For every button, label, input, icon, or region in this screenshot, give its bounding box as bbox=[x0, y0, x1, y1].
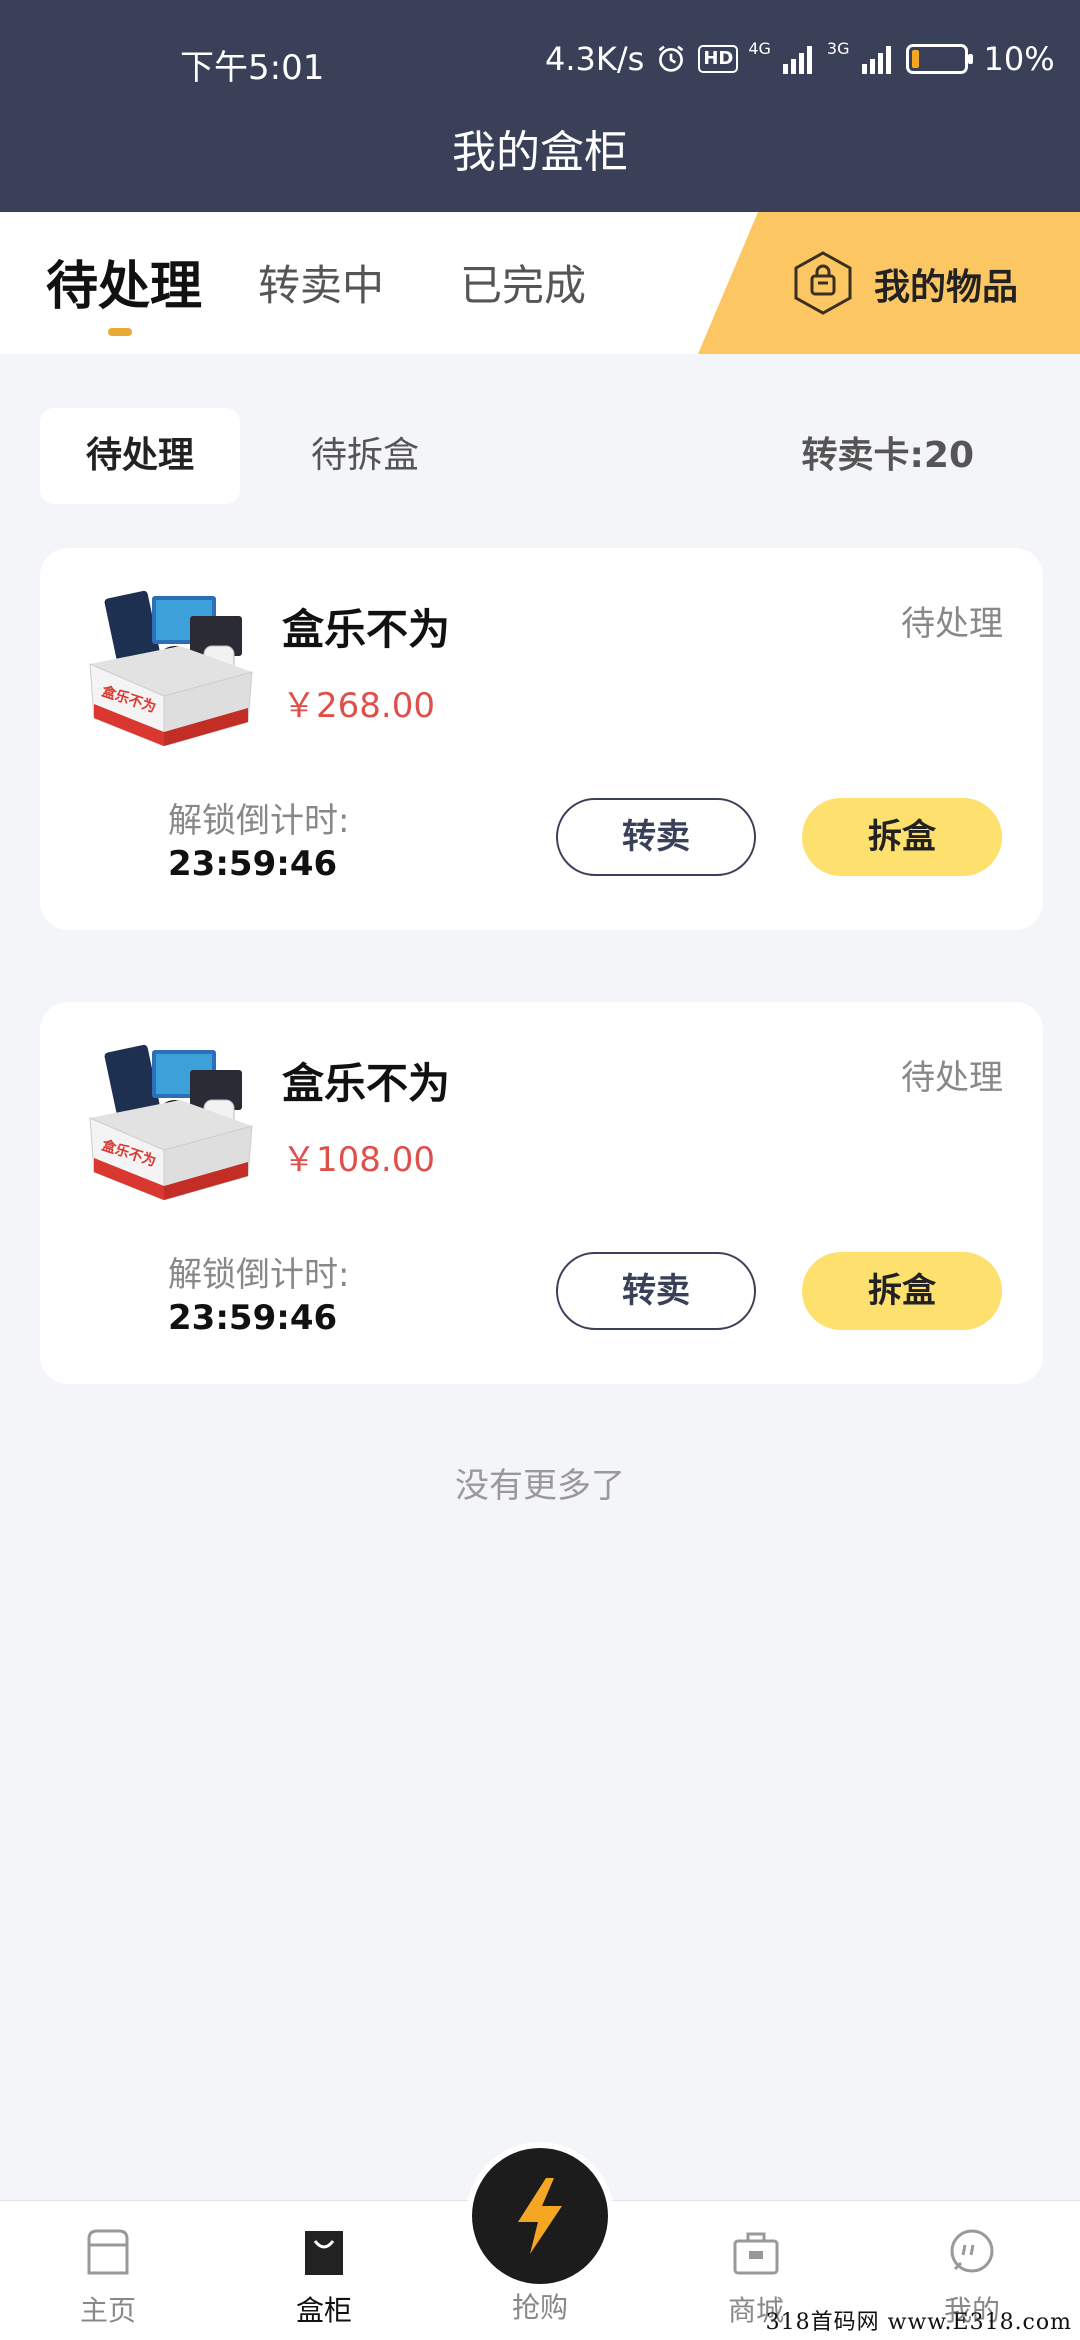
nav-flash-sale-label: 抢购 bbox=[511, 2291, 568, 2324]
nav-home-label: 主页 bbox=[79, 2294, 136, 2327]
subtab-pending[interactable]: 待处理 bbox=[40, 408, 240, 504]
box-price: ￥268.00 bbox=[282, 686, 435, 726]
watermark: 318首码网 www.E318.com bbox=[765, 2310, 1072, 2335]
countdown-value: 23:59:46 bbox=[168, 1298, 338, 1338]
box-price: ￥108.00 bbox=[282, 1140, 435, 1180]
battery-icon bbox=[905, 44, 973, 74]
tab-pending[interactable]: 待处理 bbox=[46, 244, 202, 319]
box-name: 盒乐不为 bbox=[282, 1059, 451, 1108]
box-status: 待处理 bbox=[901, 604, 1003, 644]
no-more-text: 没有更多了 bbox=[455, 1466, 625, 1506]
nav-cabinet-label: 盒柜 bbox=[295, 2294, 352, 2327]
status-time: 下午5:01 bbox=[180, 48, 325, 88]
box-name: 盒乐不为 bbox=[282, 605, 451, 654]
countdown-label: 解锁倒计时: bbox=[168, 801, 350, 841]
resale-card-count: 转卖卡:20 bbox=[801, 435, 975, 476]
main-tabs: 待处理 转卖中 已完成 我的物品 bbox=[0, 212, 1080, 354]
open-box-button[interactable]: 拆盒 bbox=[802, 798, 1002, 876]
resell-button[interactable]: 转卖 bbox=[556, 798, 756, 876]
net-type-2: 3G bbox=[826, 39, 850, 58]
alarm-icon bbox=[659, 45, 684, 72]
net-type-1: 4G bbox=[748, 39, 771, 58]
net-speed: 4.3K/s bbox=[545, 40, 645, 78]
box-thumbnail: 盒乐不为 bbox=[89, 1044, 253, 1200]
tab-reselling[interactable]: 转卖中 bbox=[258, 252, 384, 313]
status-right: 4.3K/s HD 4G 3G 10% bbox=[545, 40, 1055, 78]
flash-sale-button[interactable] bbox=[472, 2148, 608, 2284]
subtab-to-open[interactable]: 待拆盒 bbox=[280, 408, 450, 504]
nav-home[interactable]: 主页 bbox=[48, 2225, 168, 2329]
box-card: 盒乐不为 盒乐不为 ￥108.00 待处理 解锁倒计时: 23:59:46 转卖… bbox=[40, 1002, 1043, 1384]
resell-button[interactable]: 转卖 bbox=[556, 1252, 756, 1330]
home-icon bbox=[87, 2229, 129, 2275]
nav-cabinet[interactable]: 盒柜 bbox=[264, 2225, 384, 2329]
page-title: 我的盒柜 bbox=[0, 120, 1080, 212]
countdown-label: 解锁倒计时: bbox=[168, 1255, 350, 1295]
my-items-label: 我的物品 bbox=[874, 267, 1019, 308]
tab-completed[interactable]: 已完成 bbox=[460, 252, 586, 313]
open-box-button[interactable]: 拆盒 bbox=[802, 1252, 1002, 1330]
hd-badge: HD bbox=[698, 45, 739, 73]
countdown-value: 23:59:46 bbox=[168, 844, 338, 884]
battery-level: 10% bbox=[983, 40, 1055, 78]
box-card: 盒乐不为 盒乐不为 ￥268.00 待处理 解锁倒计时: 23:59:46 转卖… bbox=[40, 548, 1043, 930]
box-status: 待处理 bbox=[901, 1058, 1003, 1098]
sub-tabs: 待处理 待拆盒 转卖卡:20 bbox=[0, 408, 1080, 504]
tab-indicator bbox=[108, 328, 132, 336]
profile-icon bbox=[950, 2229, 994, 2273]
bag-icon bbox=[305, 2231, 343, 2275]
shop-icon bbox=[733, 2232, 779, 2275]
signal-icon-2 bbox=[861, 46, 891, 74]
my-items-button[interactable]: 我的物品 bbox=[698, 212, 1080, 354]
status-bar: 下午5:01 4.3K/s HD 4G 3G 10% bbox=[0, 0, 1080, 120]
signal-icon bbox=[782, 46, 812, 74]
bag-hex-icon bbox=[794, 251, 852, 315]
box-thumbnail: 盒乐不为 bbox=[89, 590, 253, 746]
lightning-icon bbox=[518, 2178, 562, 2254]
